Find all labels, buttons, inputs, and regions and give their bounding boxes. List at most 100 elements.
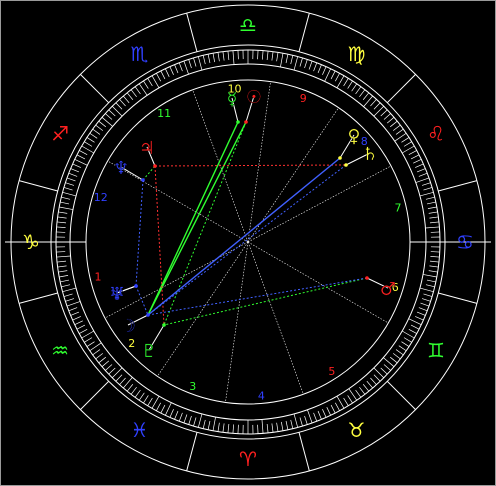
tick (119, 377, 126, 385)
sign-divider (80, 74, 110, 104)
tick (207, 420, 211, 430)
tick (105, 113, 113, 120)
tick (98, 356, 107, 364)
tick (293, 56, 299, 71)
tick (383, 364, 391, 371)
tick (81, 145, 95, 154)
tick (271, 423, 274, 433)
tick (151, 395, 160, 409)
tick (290, 55, 294, 65)
aspect-line-neptune-2-moon (135, 285, 149, 316)
sign-divider (298, 12, 310, 52)
tick (392, 353, 401, 360)
sign-leo-icon: ♌ (427, 122, 445, 146)
house-number-12: 12 (94, 191, 108, 204)
house-number-1: 1 (94, 271, 101, 284)
tick (413, 159, 422, 164)
tick (65, 298, 75, 302)
tick (429, 221, 439, 224)
tick (193, 417, 197, 427)
sign-divider (80, 380, 110, 410)
tick (165, 402, 172, 416)
tick (398, 345, 407, 352)
sign-divider (18, 180, 58, 192)
tick (232, 424, 234, 434)
tick (108, 109, 116, 117)
aspect-line-neptune-jupiter (142, 165, 156, 181)
tick (115, 374, 123, 382)
tick (392, 124, 401, 131)
planet-venus-icon: ♀ (347, 126, 360, 147)
tick (401, 341, 410, 347)
tick (317, 410, 322, 420)
tick (222, 423, 225, 433)
sign-aries-icon: ♈ (239, 447, 257, 471)
planet-neptune-dot (141, 178, 145, 182)
tick (410, 154, 420, 160)
tick (134, 86, 141, 95)
tick (98, 120, 107, 128)
tick (105, 364, 113, 371)
sign-divider (186, 12, 198, 52)
tick (63, 187, 73, 191)
tick (422, 274, 437, 278)
tick (380, 367, 388, 375)
tick (57, 221, 67, 224)
tick (415, 163, 424, 168)
natal-chart-wheel: ♈♉♊♋♌♍♎♏♐♑♒♓ 123456789101112 ☿ ☉♀♄♃♆♂♅☽♇♆ (5, 4, 491, 480)
planet-mars-dot (365, 276, 369, 280)
tick (79, 329, 88, 334)
planet-mercury-icon: ☿ (226, 89, 237, 110)
planet-jupiter-icon: ♃ (139, 138, 155, 159)
tick (262, 50, 264, 60)
tick (395, 128, 404, 135)
tick (66, 301, 81, 307)
planet-moon-icon: ☽ (120, 316, 136, 337)
tick (60, 201, 70, 205)
house-cusp-5 (247, 241, 304, 395)
house-number-4: 4 (258, 389, 265, 402)
tick (188, 59, 192, 69)
tick (355, 86, 362, 95)
tick (86, 137, 95, 143)
tick (169, 409, 174, 418)
tick (56, 255, 71, 258)
tick (126, 383, 134, 392)
tick (89, 132, 98, 139)
tick (165, 68, 170, 77)
tick (421, 182, 431, 186)
tick (420, 302, 430, 307)
sign-scorpio-icon: ♏ (131, 42, 149, 66)
tick (285, 54, 289, 64)
planet-pluto-icon: ♇ (141, 341, 157, 362)
tick (419, 287, 434, 293)
tick (59, 206, 74, 210)
tick (202, 55, 206, 65)
tick (324, 68, 331, 82)
tick (183, 60, 189, 75)
aspect-line-sun-moon (147, 121, 247, 316)
tick (335, 402, 340, 411)
house-number-3: 3 (189, 380, 196, 393)
aspect-line-jupiter-saturn (154, 164, 347, 167)
planet-neptune-2-icon: ♆ (109, 284, 125, 305)
tick (313, 412, 318, 422)
tick (293, 413, 299, 428)
aspect-line-jupiter-pluto (154, 165, 165, 326)
tick (366, 380, 373, 389)
tick (108, 367, 116, 375)
tick (138, 392, 145, 401)
tick (261, 419, 264, 434)
tick (313, 62, 318, 72)
tick (427, 206, 437, 209)
house-cusp-4 (225, 241, 249, 403)
tick (425, 226, 440, 229)
tick (151, 75, 160, 89)
tick (370, 99, 377, 107)
tick (115, 102, 123, 110)
tick (65, 182, 75, 186)
tick (430, 256, 440, 258)
sign-divider (386, 380, 416, 410)
tick (86, 341, 95, 347)
tick (336, 395, 345, 409)
